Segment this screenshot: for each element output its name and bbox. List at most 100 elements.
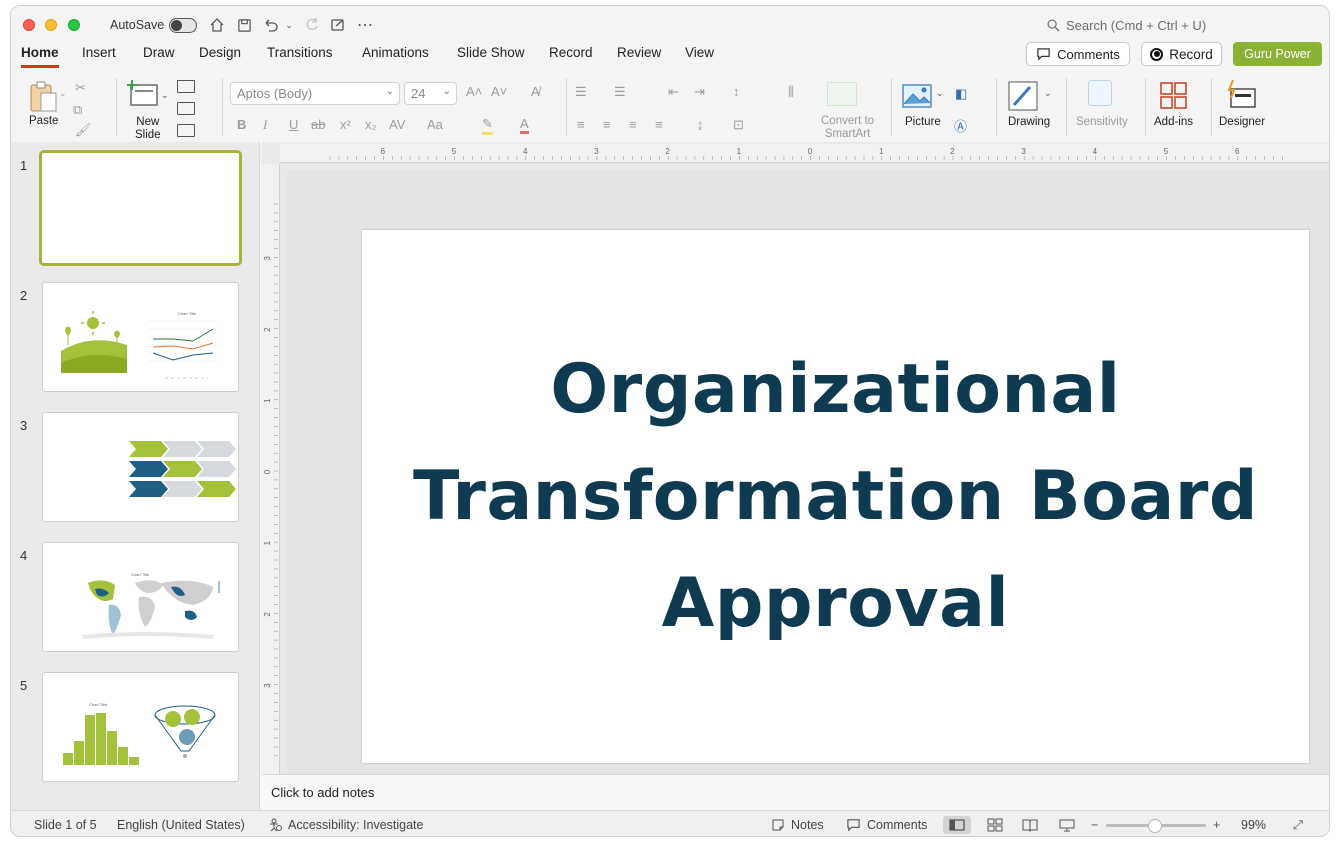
align-center-icon[interactable]: ≡ xyxy=(603,117,611,132)
columns-icon[interactable]: ⫼ xyxy=(788,84,794,100)
save-icon[interactable] xyxy=(234,15,254,35)
shapes-icon[interactable]: ◧ xyxy=(955,86,967,102)
zoom-in-icon[interactable]: + xyxy=(1213,818,1220,832)
paste-icon[interactable] xyxy=(27,80,59,117)
search-box[interactable]: Search (Cmd + Ctrl + U) xyxy=(1047,18,1206,33)
font-size-select[interactable]: 24 ⌄ xyxy=(404,82,457,105)
smartart-icon[interactable] xyxy=(827,82,857,106)
undo-dropdown-icon[interactable]: ⌄ xyxy=(282,15,296,35)
tab-insert[interactable]: Insert xyxy=(82,45,116,65)
text-direction-icon[interactable]: ↨ xyxy=(697,117,704,132)
subscript-icon[interactable]: x₂ xyxy=(365,117,377,132)
tab-animations[interactable]: Animations xyxy=(362,45,429,65)
tab-transitions[interactable]: Transitions xyxy=(267,45,333,65)
comments-button[interactable]: Comments xyxy=(1026,42,1130,66)
increase-indent-icon[interactable]: ⇥ xyxy=(694,84,705,100)
new-slide-dropdown-icon[interactable]: ⌄ xyxy=(161,90,169,101)
ruler-label: 5 xyxy=(1164,147,1169,156)
sensitivity-icon[interactable] xyxy=(1088,80,1112,106)
notes-toggle[interactable]: Notes xyxy=(771,818,824,832)
tab-record[interactable]: Record xyxy=(549,45,593,65)
new-slide-icon[interactable] xyxy=(127,80,159,111)
underline-icon[interactable]: U xyxy=(289,117,298,132)
maximize-window-button[interactable] xyxy=(68,19,80,31)
picture-icon[interactable] xyxy=(902,84,932,111)
bold-icon[interactable]: B xyxy=(237,117,246,132)
drawing-icon[interactable] xyxy=(1008,81,1040,114)
tab-draw[interactable]: Draw xyxy=(143,45,175,65)
character-spacing-icon[interactable]: AV xyxy=(389,117,405,132)
clear-formatting-icon[interactable]: A̸ xyxy=(531,84,540,99)
current-slide[interactable]: Organizational Transformation Board Appr… xyxy=(362,230,1309,763)
normal-view-button[interactable] xyxy=(943,816,971,834)
slide-thumb-1[interactable] xyxy=(39,150,242,266)
superscript-icon[interactable]: x² xyxy=(340,117,351,132)
highlight-icon[interactable]: ✎ xyxy=(482,116,493,135)
comments-toggle[interactable]: Comments xyxy=(846,818,927,832)
slide-thumb-4[interactable]: Chart Title xyxy=(42,542,239,652)
autosave-toggle[interactable] xyxy=(169,18,197,33)
font-color-icon[interactable]: A xyxy=(520,116,529,134)
slide-thumb-2[interactable]: Chart Title xyxy=(42,282,239,392)
ruler-label: 3 xyxy=(1021,147,1026,156)
slide-sorter-button[interactable] xyxy=(981,816,1009,834)
copy-icon[interactable]: ⧉ xyxy=(73,102,82,118)
zoom-level[interactable]: 99% xyxy=(1241,818,1266,832)
zoom-slider-thumb[interactable] xyxy=(1148,819,1162,833)
cut-icon[interactable]: ✂ xyxy=(75,80,86,96)
more-icon[interactable]: ⋯ xyxy=(355,15,375,35)
decrease-font-icon[interactable]: A˅ xyxy=(491,84,507,99)
drawing-dropdown-icon[interactable]: ⌄ xyxy=(1044,88,1052,99)
tab-slide-show[interactable]: Slide Show xyxy=(457,45,525,65)
undo-icon[interactable] xyxy=(261,15,281,35)
language-indicator[interactable]: English (United States) xyxy=(117,818,245,832)
decrease-indent-icon[interactable]: ⇤ xyxy=(668,84,679,100)
thumb-number: 4 xyxy=(20,548,28,563)
paste-dropdown-icon[interactable]: ⌄ xyxy=(59,88,67,99)
accessibility-checker[interactable]: Accessibility: Investigate xyxy=(268,818,423,832)
align-right-icon[interactable]: ≡ xyxy=(629,117,637,132)
strikethrough-icon[interactable]: ab xyxy=(311,117,325,132)
minimize-window-button[interactable] xyxy=(45,19,57,31)
zoom-out-icon[interactable]: − xyxy=(1091,818,1098,832)
reading-view-button[interactable] xyxy=(1016,816,1044,834)
section-icon[interactable] xyxy=(177,124,195,137)
designer-icon[interactable] xyxy=(1225,79,1257,113)
align-left-icon[interactable]: ≡ xyxy=(577,117,585,132)
home-icon[interactable] xyxy=(207,15,227,35)
ruler-label: 4 xyxy=(1093,147,1098,156)
picture-dropdown-icon[interactable]: ⌄ xyxy=(936,88,944,99)
increase-font-icon[interactable]: A˄ xyxy=(466,84,482,99)
addins-icon[interactable] xyxy=(1160,82,1188,113)
redo-icon[interactable] xyxy=(302,15,322,35)
slide-thumb-3[interactable] xyxy=(42,412,239,522)
ruler-label: 3 xyxy=(594,147,599,156)
tab-review[interactable]: Review xyxy=(617,45,661,65)
bullets-icon[interactable]: ☰ xyxy=(575,84,587,100)
textbox-icon[interactable]: Ⓐ xyxy=(954,116,967,135)
record-button[interactable]: Record xyxy=(1141,42,1222,66)
notes-pane[interactable]: Click to add notes xyxy=(262,774,1329,810)
tab-design[interactable]: Design xyxy=(199,45,241,65)
reset-icon[interactable] xyxy=(177,102,195,115)
slide-thumb-5[interactable]: Chart Title xyxy=(42,672,239,782)
font-name-select[interactable]: Aptos (Body) ⌄ xyxy=(230,82,400,105)
customize-icon[interactable] xyxy=(328,15,348,35)
tab-view[interactable]: View xyxy=(685,45,714,65)
numbering-icon[interactable]: ☰ xyxy=(614,84,626,100)
ruler-label: 1 xyxy=(737,147,742,156)
normal-view-icon xyxy=(949,819,965,831)
close-window-button[interactable] xyxy=(23,19,35,31)
tab-home[interactable]: Home xyxy=(21,45,59,68)
layout-icon[interactable] xyxy=(177,80,195,93)
slideshow-view-button[interactable] xyxy=(1053,816,1081,834)
fit-to-window-icon[interactable]: ⤢ xyxy=(1293,818,1303,833)
align-text-icon[interactable]: ⊡ xyxy=(733,117,744,133)
line-spacing-icon[interactable]: ↕ xyxy=(733,84,740,99)
italic-icon[interactable]: I xyxy=(263,117,267,133)
change-case-icon[interactable]: Aa xyxy=(427,117,443,132)
slide-title[interactable]: Organizational Transformation Board Appr… xyxy=(406,336,1266,657)
justify-icon[interactable]: ≡ xyxy=(655,117,663,132)
format-painter-icon[interactable]: 🖌 xyxy=(75,122,92,138)
guru-power-button[interactable]: Guru Power xyxy=(1233,42,1322,66)
